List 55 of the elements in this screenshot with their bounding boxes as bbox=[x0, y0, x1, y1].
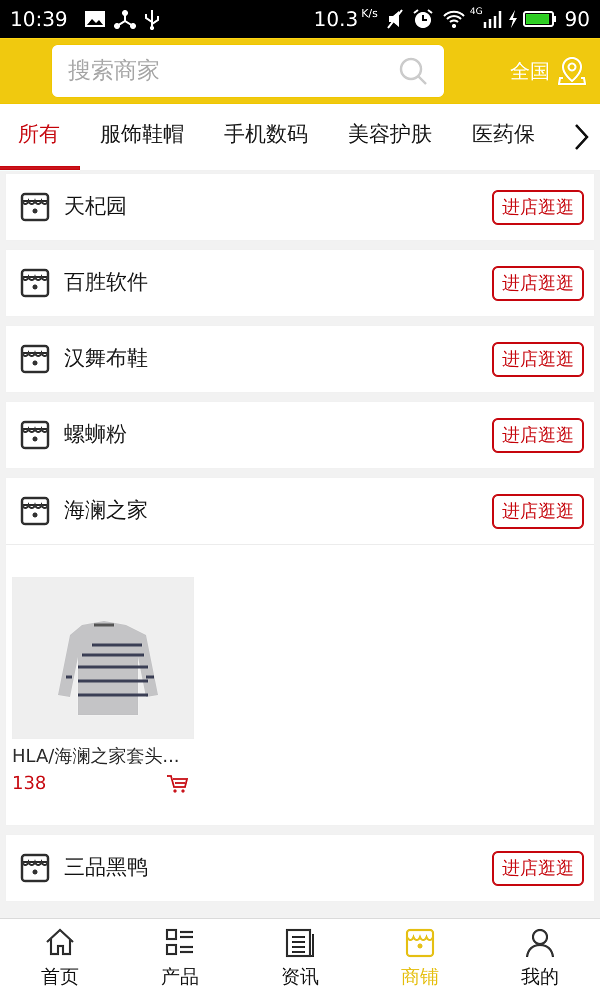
visit-shop-button[interactable]: 进店逛逛 bbox=[492, 342, 584, 376]
share-icon bbox=[114, 9, 136, 29]
shop-icon bbox=[20, 420, 50, 450]
mute-icon bbox=[386, 9, 404, 29]
visit-shop-button[interactable]: 进店逛逛 bbox=[492, 850, 584, 886]
cart-icon[interactable] bbox=[166, 774, 188, 794]
location-icon bbox=[558, 56, 586, 86]
category-tab[interactable]: 医药保 bbox=[452, 104, 555, 170]
shop-name: 螺蛳粉 bbox=[64, 421, 127, 448]
visit-shop-button[interactable]: 进店逛逛 bbox=[492, 266, 584, 300]
nav-tab[interactable]: 我的 bbox=[480, 926, 600, 993]
product-title: HLA/海澜之家套头... bbox=[12, 745, 181, 769]
document-icon bbox=[284, 927, 316, 960]
alarm-icon bbox=[412, 8, 434, 30]
network-text: 4G bbox=[470, 6, 483, 19]
shop-icon bbox=[20, 496, 50, 526]
product-price: 138 bbox=[12, 772, 46, 796]
visit-shop-button[interactable]: 进店逛逛 bbox=[492, 418, 584, 452]
nav-tab[interactable]: 产品 bbox=[120, 926, 240, 993]
nav-label: 我的 bbox=[521, 965, 559, 990]
clock-text: 10:39 bbox=[10, 6, 68, 33]
usb-icon bbox=[144, 8, 160, 30]
signal-icon bbox=[482, 9, 503, 29]
shop-icon bbox=[404, 927, 436, 960]
nav-tab[interactable]: 资讯 bbox=[240, 926, 360, 993]
shop-name: 三品黑鸭 bbox=[64, 854, 148, 882]
visit-shop-button[interactable]: 进店逛逛 bbox=[492, 190, 584, 224]
battery-icon bbox=[522, 10, 557, 28]
visit-shop-button[interactable]: 进店逛逛 bbox=[492, 494, 584, 528]
user-icon bbox=[524, 927, 556, 960]
shop-name: 海澜之家 bbox=[64, 497, 148, 524]
shop-name: 天杞园 bbox=[64, 193, 127, 220]
nav-label: 商铺 bbox=[401, 965, 439, 990]
shop-icon bbox=[20, 268, 50, 298]
nav-label: 产品 bbox=[161, 965, 199, 990]
search-icon bbox=[398, 56, 428, 86]
category-tab[interactable]: 美容护肤 bbox=[328, 104, 452, 170]
shop-name: 百胜软件 bbox=[64, 269, 148, 296]
shop-icon bbox=[20, 853, 50, 883]
search-field[interactable]: 搜索商家 bbox=[52, 45, 444, 97]
category-tab[interactable]: 所有 bbox=[0, 104, 80, 170]
charging-icon bbox=[506, 9, 519, 29]
nav-tab[interactable]: 首页 bbox=[0, 926, 120, 993]
nav-label: 资讯 bbox=[281, 965, 319, 990]
nav-label: 首页 bbox=[41, 965, 79, 990]
battery-text: 90 bbox=[564, 6, 590, 33]
image-icon bbox=[84, 10, 106, 28]
speed-text: 10.3 bbox=[314, 6, 358, 33]
category-tab[interactable]: 手机数码 bbox=[204, 104, 328, 170]
shop-icon bbox=[20, 192, 50, 222]
shop-icon bbox=[20, 344, 50, 374]
speed-unit-text: K/s bbox=[361, 6, 378, 22]
wifi-icon bbox=[442, 9, 466, 29]
category-tab[interactable]: 服饰鞋帽 bbox=[80, 104, 204, 170]
shop-name: 汉舞布鞋 bbox=[64, 345, 148, 372]
